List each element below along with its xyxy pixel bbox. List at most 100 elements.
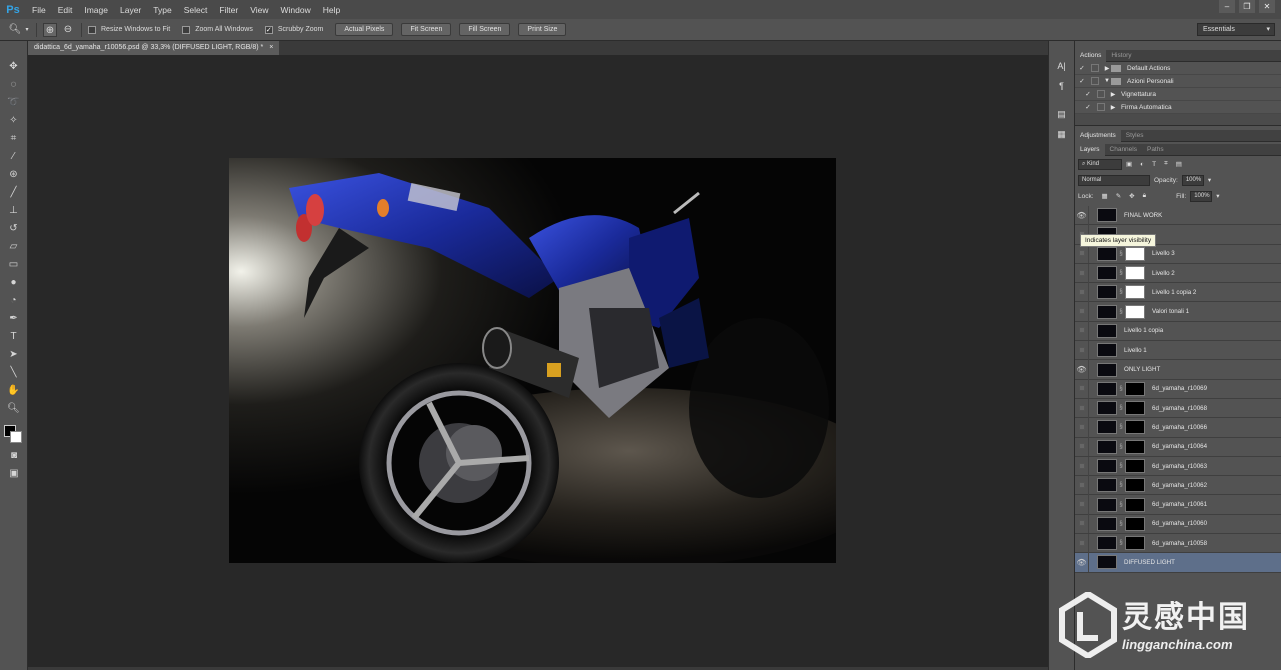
visibility-box[interactable] [1078, 481, 1085, 488]
action-dialog-toggle[interactable] [1091, 77, 1099, 85]
lasso-tool-icon[interactable]: ➰ [4, 95, 24, 111]
layer-mask-thumbnail[interactable] [1125, 536, 1145, 551]
expand-triangle-icon[interactable]: ▼ [1103, 78, 1111, 84]
action-dialog-toggle[interactable] [1097, 90, 1105, 98]
layer-row[interactable]: Livello 1 copia [1075, 321, 1281, 342]
visibility-box[interactable] [1078, 501, 1085, 508]
layer-name[interactable]: DIFFUSED LIGHT [1124, 559, 1175, 566]
screen-mode-icon[interactable]: ▣ [4, 466, 24, 482]
layer-name[interactable]: Livello 1 [1124, 347, 1147, 354]
visibility-toggle[interactable] [1075, 533, 1089, 553]
opacity-input[interactable]: 100% [1181, 174, 1204, 186]
layer-mask-thumbnail[interactable] [1125, 497, 1145, 512]
tab-adjustments[interactable]: Adjustments [1075, 129, 1121, 142]
action-dialog-toggle[interactable] [1091, 64, 1099, 72]
layer-row[interactable]: § 6d_yamaha_r10069 [1075, 379, 1281, 399]
link-icon[interactable]: § [1118, 540, 1124, 546]
filter-pixel-icon[interactable]: ▣ [1126, 160, 1132, 168]
kind-filter-select[interactable]: ⌕ Kind [1078, 158, 1122, 170]
zoom-tool-preset-icon[interactable]: 🔍︎ [8, 23, 22, 37]
visibility-toggle[interactable] [1075, 379, 1089, 399]
action-row[interactable]: ✓ ▶ Default Actions [1075, 62, 1281, 75]
type-tool-icon[interactable]: T [4, 329, 24, 345]
eyedropper-tool-icon[interactable]: ⁄ [4, 149, 24, 165]
menu-view[interactable]: View [244, 5, 274, 15]
layer-name[interactable]: ONLY LIGHT [1124, 366, 1160, 373]
layer-name[interactable]: Valori tonali 1 [1152, 308, 1189, 315]
link-icon[interactable]: § [1118, 463, 1124, 469]
visibility-toggle[interactable] [1075, 282, 1089, 302]
workspace-select[interactable]: Essentials ▾ [1197, 23, 1275, 36]
expand-triangle-icon[interactable]: ▶ [1103, 65, 1111, 72]
link-icon[interactable]: § [1118, 502, 1124, 508]
eye-icon[interactable]: 👁︎ [1075, 205, 1089, 225]
layer-row[interactable]: § 6d_yamaha_r10060 [1075, 514, 1281, 535]
visibility-toggle[interactable] [1075, 495, 1089, 515]
fit-screen-button[interactable]: Fit Screen [401, 23, 452, 36]
link-icon[interactable]: § [1118, 444, 1124, 450]
gradient-tool-icon[interactable]: ▭ [4, 257, 24, 273]
visibility-box[interactable] [1078, 462, 1085, 469]
layer-mask-thumbnail[interactable] [1125, 381, 1145, 396]
document-tab[interactable]: didattica_6d_yamaha_r10056.psd @ 33,3% (… [28, 41, 280, 55]
link-icon[interactable]: § [1118, 482, 1124, 488]
zoom-out-icon[interactable]: ⊖ [61, 23, 75, 37]
layer-row[interactable]: § 6d_yamaha_r10064 [1075, 437, 1281, 457]
filter-type-icon[interactable]: T [1152, 161, 1156, 168]
brush-tool-icon[interactable]: ╱ [4, 185, 24, 201]
pen-tool-icon[interactable]: ✒ [4, 311, 24, 327]
motorcycle-photo[interactable] [229, 158, 836, 563]
notes-panel-icon[interactable]: ▦ [1054, 127, 1070, 141]
visibility-box[interactable] [1078, 327, 1085, 334]
checkbox-box-checked[interactable]: ✓ [264, 25, 273, 34]
layer-name[interactable]: Livello 2 [1152, 270, 1175, 277]
print-size-button[interactable]: Print Size [518, 23, 567, 36]
link-icon[interactable]: § [1118, 424, 1124, 430]
visibility-toggle[interactable] [1075, 244, 1089, 264]
crop-tool-icon[interactable]: ⌗ [4, 131, 24, 147]
tab-channels[interactable]: Channels [1105, 144, 1142, 156]
tab-paths[interactable]: Paths [1142, 144, 1169, 156]
layer-mask-thumbnail[interactable] [1125, 285, 1145, 300]
visibility-box[interactable] [1078, 250, 1085, 257]
character-panel-icon[interactable]: A| [1054, 59, 1070, 73]
visibility-toggle[interactable] [1075, 340, 1089, 360]
hand-tool-icon[interactable]: ✋ [4, 383, 24, 399]
visibility-toggle[interactable] [1075, 417, 1089, 437]
filter-adjustment-icon[interactable]: ◐ [1140, 161, 1144, 168]
layer-row[interactable]: § Livello 2 [1075, 263, 1281, 284]
eye-icon[interactable]: 👁︎ [1075, 553, 1089, 572]
checkbox-box[interactable] [88, 25, 96, 34]
menu-image[interactable]: Image [78, 5, 114, 15]
visibility-box[interactable] [1078, 423, 1085, 430]
layer-mask-thumbnail[interactable] [1125, 401, 1145, 416]
layer-name[interactable]: Livello 3 [1152, 250, 1175, 257]
menu-file[interactable]: File [26, 5, 52, 15]
properties-panel-icon[interactable]: ▤ [1054, 107, 1070, 121]
zoom-tool-icon[interactable]: 🔍︎ [4, 401, 24, 417]
eye-icon[interactable]: 👁︎ [1075, 360, 1089, 380]
filter-shape-icon[interactable]: ⌗ [1164, 160, 1168, 168]
layer-mask-thumbnail[interactable] [1125, 246, 1145, 261]
layer-name[interactable]: 6d_yamaha_r10061 [1152, 501, 1207, 508]
visibility-toggle[interactable] [1075, 398, 1089, 418]
link-icon[interactable]: § [1118, 386, 1124, 392]
layer-row[interactable]: 👁︎ ONLY LIGHT [1075, 360, 1281, 380]
close-tab-icon[interactable]: × [269, 41, 273, 55]
visibility-box[interactable] [1078, 308, 1085, 315]
layer-mask-thumbnail[interactable] [1125, 478, 1145, 493]
layer-mask-thumbnail[interactable] [1125, 304, 1145, 319]
preset-dropdown-icon[interactable]: ▾ [24, 23, 30, 37]
menu-filter[interactable]: Filter [213, 5, 244, 15]
link-icon[interactable]: § [1118, 521, 1124, 527]
layer-row[interactable]: § 6d_yamaha_r10058 [1075, 533, 1281, 554]
dodge-tool-icon[interactable]: ◔ [4, 293, 24, 309]
fill-input[interactable]: 100% [1190, 190, 1213, 202]
line-tool-icon[interactable]: ╲ [4, 365, 24, 381]
layer-name[interactable]: Livello 1 copia [1124, 327, 1163, 334]
layer-mask-thumbnail[interactable] [1125, 516, 1145, 531]
minimize-button[interactable]: – [1219, 0, 1235, 13]
tab-styles[interactable]: Styles [1121, 130, 1149, 142]
layer-mask-thumbnail[interactable] [1125, 459, 1145, 473]
layer-name[interactable]: 6d_yamaha_r10064 [1152, 443, 1207, 450]
